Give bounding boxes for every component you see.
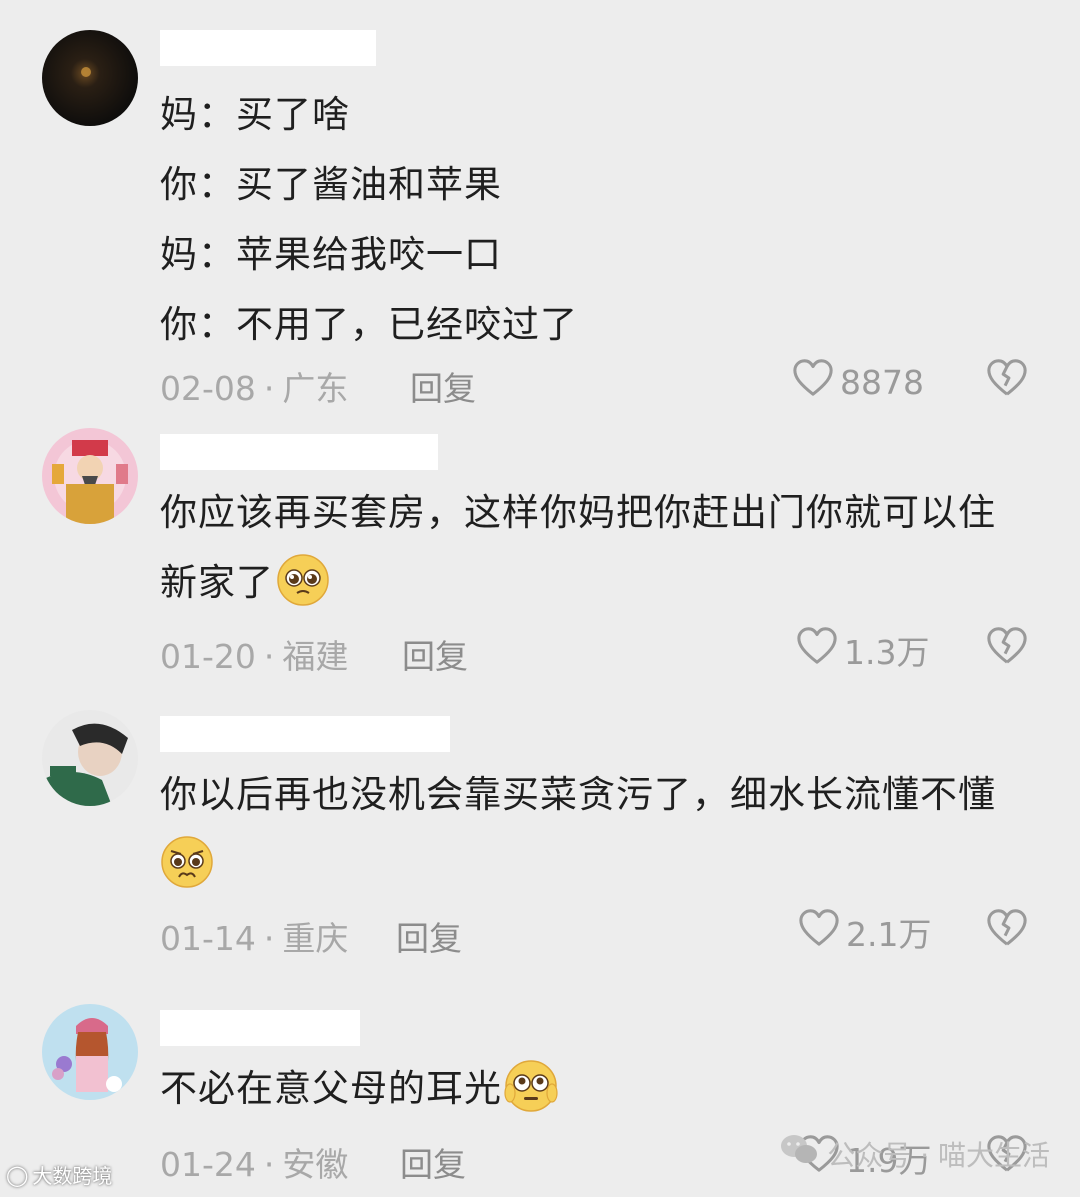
like-button[interactable]: 8878 xyxy=(792,358,924,406)
comment-date: 01-14 xyxy=(160,919,256,958)
broken-heart-icon xyxy=(986,359,1028,406)
comment-date-region: 02-08 · 广东 xyxy=(160,362,348,410)
heart-outline-icon xyxy=(796,626,838,674)
avatar[interactable] xyxy=(42,30,138,126)
separator: · xyxy=(263,1145,275,1184)
like-button[interactable]: 1.3万 xyxy=(796,626,929,674)
username-redacted xyxy=(160,1010,360,1046)
username-redacted xyxy=(160,716,450,752)
comment-line: 妈：买了啥 xyxy=(160,93,350,136)
comment-date-region: 01-24 · 安徽 xyxy=(160,1138,348,1186)
watermark-left: ◯ 大数跨境 xyxy=(6,1160,112,1189)
comment-text: 你应该再买套房，这样你妈把你赶出门你就可以住 新家了 xyxy=(160,478,1040,618)
like-count: 8878 xyxy=(840,362,924,402)
separator: · xyxy=(263,919,275,958)
reply-button[interactable]: 回复 xyxy=(410,362,476,410)
comment-date-region: 01-20 · 福建 xyxy=(160,630,348,678)
avatar[interactable] xyxy=(42,428,138,524)
separator: · xyxy=(263,637,275,676)
separator: · xyxy=(263,369,275,408)
comment-meta: 01-20 · 福建 回复 1.3万 xyxy=(160,627,1040,676)
comment-line-text: 不必在意父母的耳光 xyxy=(160,1067,502,1110)
watermark-left-text: 大数跨境 xyxy=(32,1164,113,1188)
comment-date-region: 01-14 · 重庆 xyxy=(160,912,348,960)
comment-line: 你：买了酱油和苹果 xyxy=(160,163,502,206)
watermark-logo-icon: ◯ xyxy=(6,1162,29,1187)
heart-outline-icon xyxy=(798,908,840,956)
comment-region: 安徽 xyxy=(282,1145,349,1184)
comment-text: 你以后再也没机会靠买菜贪污了，细水长流懂不懂 xyxy=(160,760,1040,900)
comment-region: 广东 xyxy=(282,369,349,408)
avatar[interactable] xyxy=(42,710,138,806)
comment-line: 你以后再也没机会靠买菜贪污了，细水长流懂不懂 xyxy=(160,773,996,816)
reply-button[interactable]: 回复 xyxy=(400,1138,466,1186)
comment-line: 妈：苹果给我咬一口 xyxy=(160,233,502,276)
avatar[interactable] xyxy=(42,1004,138,1100)
comment-line: 新家了 xyxy=(160,548,1040,618)
broken-heart-icon xyxy=(986,627,1028,674)
broken-heart-icon xyxy=(986,909,1028,956)
comment-date: 02-08 xyxy=(160,369,256,408)
comment-text: 妈：买了啥 你：买了酱油和苹果 妈：苹果给我咬一口 你：不用了，已经咬过了 xyxy=(160,80,1040,360)
comment-date: 01-20 xyxy=(160,637,256,676)
comment-line xyxy=(160,830,1040,900)
comment-meta: 01-14 · 重庆 回复 2.1万 xyxy=(160,909,1040,958)
watermark-right-text: 公众号 · 喵大生活 xyxy=(827,1138,1050,1172)
comment-line: 你应该再买套房，这样你妈把你赶出门你就可以住 xyxy=(160,491,996,534)
like-count: 2.1万 xyxy=(846,915,932,954)
comment-line-text: 新家了 xyxy=(160,561,274,604)
comment-line: 不必在意父母的耳光 xyxy=(160,1054,1040,1124)
comment-line: 你：不用了，已经咬过了 xyxy=(160,303,578,346)
comment-date: 01-24 xyxy=(160,1145,256,1184)
wechat-icon xyxy=(779,1132,819,1175)
comment-text: 不必在意父母的耳光 xyxy=(160,1054,1040,1124)
comment-region: 重庆 xyxy=(282,919,349,958)
like-button[interactable]: 2.1万 xyxy=(798,908,931,956)
worried-face-emoji xyxy=(160,835,214,889)
pleading-face-emoji xyxy=(276,553,330,607)
heart-outline-icon xyxy=(792,358,834,406)
comment-meta: 02-08 · 广东 回复 8878 xyxy=(160,359,1040,408)
dislike-button[interactable] xyxy=(986,358,1028,406)
username-redacted xyxy=(160,434,438,470)
watermark-right: 公众号 · 喵大生活 xyxy=(779,1132,1050,1175)
reply-button[interactable]: 回复 xyxy=(402,630,468,678)
dislike-button[interactable] xyxy=(986,626,1028,674)
reply-button[interactable]: 回复 xyxy=(396,912,462,960)
like-count: 1.3万 xyxy=(844,633,930,672)
username-redacted xyxy=(160,30,376,66)
flushed-face-emoji xyxy=(504,1059,558,1113)
comment-region: 福建 xyxy=(282,637,349,676)
dislike-button[interactable] xyxy=(986,908,1028,956)
